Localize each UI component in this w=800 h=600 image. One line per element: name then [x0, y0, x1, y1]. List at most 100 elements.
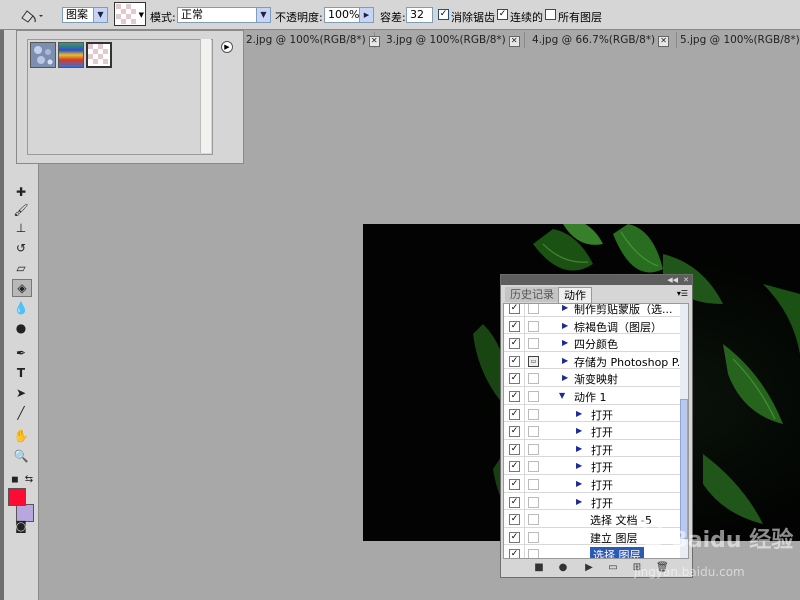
doc-tab[interactable]: 5.jpg @ 100%(RGB/8*)✕: [676, 32, 800, 48]
hand-icon[interactable]: ✋: [12, 428, 30, 444]
toggle-item-checkbox[interactable]: ✓: [509, 426, 520, 438]
toggle-item-checkbox[interactable]: ✓: [509, 549, 520, 558]
close-icon[interactable]: ✕: [658, 36, 670, 47]
blue-bubbles-pattern-swatch[interactable]: [30, 42, 56, 68]
dialog-toggle-checkbox[interactable]: [528, 496, 539, 508]
dialog-toggle-checkbox[interactable]: [528, 391, 539, 402]
chevron-right-icon[interactable]: ▶: [562, 356, 568, 365]
record-icon[interactable]: ●: [557, 562, 569, 574]
dialog-toggle-checkbox[interactable]: [528, 426, 539, 438]
action-row[interactable]: ✓ ▶ 打开: [504, 404, 680, 423]
pattern-preview[interactable]: ▼: [114, 2, 146, 26]
toggle-item-checkbox[interactable]: ✓: [509, 320, 520, 332]
antialias-checkbox[interactable]: ✓: [438, 9, 449, 20]
pen-icon[interactable]: ✒: [12, 345, 30, 361]
tab-actions[interactable]: 动作: [558, 287, 592, 303]
dialog-toggle-checkbox[interactable]: [528, 549, 539, 558]
paint-bucket-tool-icon[interactable]: ◈: [12, 279, 32, 297]
chevron-right-icon[interactable]: ▶: [562, 321, 568, 330]
swap-colors-icon[interactable]: ⇆: [20, 472, 38, 488]
stop-icon[interactable]: ■: [533, 562, 545, 574]
dialog-toggle-checkbox[interactable]: [528, 461, 539, 473]
toggle-item-checkbox[interactable]: ✓: [509, 479, 520, 490]
dialog-toggle-checkbox[interactable]: [528, 479, 539, 490]
chevron-right-icon[interactable]: ▶: [576, 497, 582, 506]
chevron-right-icon[interactable]: ▶: [576, 479, 582, 488]
close-icon[interactable]: ✕: [368, 36, 380, 47]
close-icon[interactable]: ✕: [683, 275, 689, 285]
toggle-item-checkbox[interactable]: ✓: [509, 514, 520, 526]
dialog-toggle-checkbox[interactable]: [528, 320, 539, 332]
eraser-icon[interactable]: ▱: [12, 260, 30, 276]
chevron-right-icon[interactable]: ▶: [576, 409, 582, 418]
toggle-item-checkbox[interactable]: ✓: [509, 355, 520, 367]
pattern-list-scrollbar[interactable]: [200, 39, 211, 153]
play-icon[interactable]: ▶: [583, 562, 595, 574]
quick-mask-icon[interactable]: ◙: [12, 518, 30, 534]
dodge-icon[interactable]: ●: [12, 320, 30, 336]
action-row[interactable]: ✓ ▶ 打开: [504, 475, 680, 493]
dialog-toggle-checkbox[interactable]: [528, 338, 539, 350]
toggle-item-checkbox[interactable]: ✓: [509, 373, 520, 385]
new-set-icon[interactable]: ▭: [607, 562, 619, 574]
toggle-item-checkbox[interactable]: ✓: [509, 338, 520, 350]
action-row[interactable]: ✓ ▶ 棕褐色调（图层）: [504, 316, 680, 335]
zoom-icon[interactable]: 🔍: [12, 448, 30, 464]
dialog-toggle-checkbox[interactable]: [528, 514, 539, 526]
toggle-item-checkbox[interactable]: ✓: [509, 496, 520, 508]
chevron-right-icon[interactable]: ▶: [359, 8, 373, 22]
toggle-item-checkbox[interactable]: ✓: [509, 531, 520, 543]
clone-stamp-icon[interactable]: ⊥: [12, 220, 30, 236]
dialog-toggle-checkbox[interactable]: [528, 304, 539, 314]
close-icon[interactable]: ✕: [508, 36, 520, 47]
mode-select[interactable]: 正常 ▼: [177, 7, 271, 23]
action-row[interactable]: ✓ ▶ 打开: [504, 439, 680, 458]
doc-tab[interactable]: 2.jpg @ 100%(RGB/8*) ✕: [242, 32, 380, 48]
panel-menu-icon[interactable]: ▾☰: [677, 289, 688, 298]
dialog-toggle-checkbox[interactable]: [528, 408, 539, 420]
rainbow-pattern-swatch[interactable]: [58, 42, 84, 68]
doc-tab[interactable]: 3.jpg @ 100%(RGB/8*) ✕: [382, 32, 525, 48]
tab-history[interactable]: 历史记录: [505, 287, 559, 302]
dialog-toggle-checkbox[interactable]: [528, 373, 539, 385]
toggle-item-checkbox[interactable]: ✓: [509, 443, 520, 455]
panel-titlebar[interactable]: ◀◀ ✕: [501, 275, 692, 285]
collapse-icon[interactable]: ◀◀: [667, 275, 678, 285]
toggle-item-checkbox[interactable]: ✓: [509, 408, 520, 420]
action-row[interactable]: ✓ ▶ 四分颜色: [504, 334, 680, 352]
action-row[interactable]: ✓ ▶ 打开: [504, 457, 680, 475]
chevron-right-icon[interactable]: ▶: [562, 373, 568, 382]
toggle-item-checkbox[interactable]: ✓: [509, 391, 520, 402]
healing-brush-icon[interactable]: ✚: [12, 184, 30, 200]
blur-icon[interactable]: 💧: [12, 300, 30, 316]
chevron-right-icon[interactable]: ▶: [562, 338, 568, 347]
chevron-right-icon[interactable]: ▶: [562, 304, 568, 312]
toggle-item-checkbox[interactable]: ✓: [509, 461, 520, 473]
transparent-pattern-swatch[interactable]: [86, 42, 112, 68]
chevron-right-icon[interactable]: ▶: [576, 444, 582, 453]
doc-tab[interactable]: 4.jpg @ 66.7%(RGB/8*) ✕: [528, 32, 677, 48]
picker-menu-arrow-icon[interactable]: ▶: [221, 41, 233, 53]
tool-preset-picker[interactable]: [16, 6, 44, 26]
action-row[interactable]: ✓ ▼ 动作 1: [504, 387, 680, 405]
history-brush-icon[interactable]: ↺: [12, 240, 30, 256]
chevron-right-icon[interactable]: ▶: [576, 426, 582, 435]
chevron-right-icon[interactable]: ▶: [576, 461, 582, 470]
tolerance-field[interactable]: 32: [406, 7, 433, 23]
action-row[interactable]: ✓ ▶ 制作剪贴蒙版（选...: [504, 304, 680, 317]
contiguous-checkbox[interactable]: ✓: [497, 9, 508, 20]
fill-source-select[interactable]: 图案 ▼: [62, 7, 108, 23]
chevron-down-icon[interactable]: ▼: [559, 391, 565, 400]
opacity-field[interactable]: 100% ▶: [324, 7, 374, 23]
action-row[interactable]: ✓ ▶ 渐变映射: [504, 369, 680, 387]
all-layers-checkbox[interactable]: [545, 9, 556, 20]
dialog-toggle-checkbox[interactable]: [528, 443, 539, 455]
dialog-toggle-checkbox[interactable]: [528, 531, 539, 543]
toggle-item-checkbox[interactable]: ✓: [509, 304, 520, 314]
action-row[interactable]: ✓ ▶ 打开: [504, 422, 680, 440]
foreground-color-swatch[interactable]: [8, 488, 26, 506]
action-row[interactable]: ✓ ▭ ▶ 存储为 Photoshop P...: [504, 351, 687, 370]
brush-icon[interactable]: 🖌: [12, 202, 30, 218]
type-icon[interactable]: T: [12, 365, 30, 381]
path-selection-icon[interactable]: ➤: [12, 385, 30, 401]
